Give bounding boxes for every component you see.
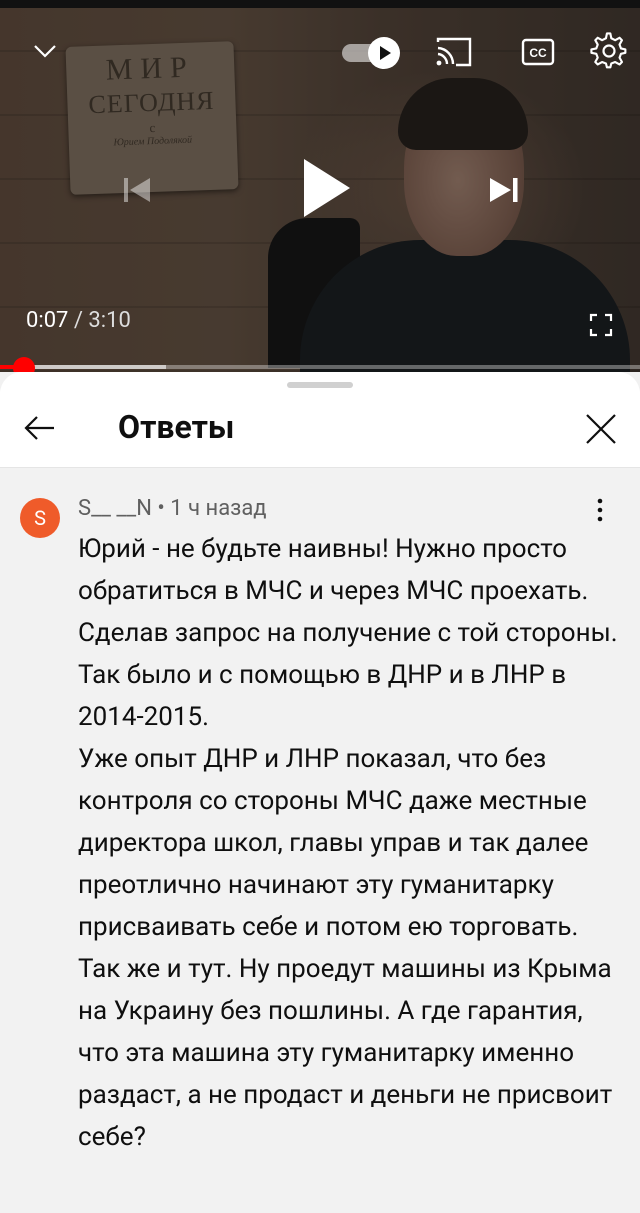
status-bar [0, 0, 640, 8]
autoplay-toggle[interactable] [340, 36, 404, 70]
cast-button[interactable] [434, 34, 474, 70]
video-player[interactable]: МИР СЕГОДНЯ с Юрием Подолякой CC 0:07 / … [0, 0, 640, 372]
cc-label: CC [529, 46, 547, 60]
comment-paragraph-3: Так же и тут. Ну проедут машины из Крыма… [78, 954, 613, 1152]
cast-icon [436, 37, 472, 67]
avatar[interactable]: S [20, 498, 60, 538]
fullscreen-icon [589, 313, 613, 337]
next-video-button[interactable] [484, 170, 524, 210]
play-button[interactable] [296, 155, 356, 221]
more-vert-icon [597, 498, 603, 522]
previous-video-button[interactable] [118, 170, 158, 210]
drag-handle[interactable] [287, 382, 353, 388]
skip-previous-icon [124, 178, 150, 202]
progress-bar[interactable] [0, 365, 640, 369]
replies-panel: Ответы S S__ __N • 1 ч назад Юрий - не б… [0, 372, 640, 1213]
play-icon [304, 159, 350, 217]
fullscreen-button[interactable] [588, 312, 614, 338]
comment-time: 1 ч назад [170, 496, 267, 521]
back-button[interactable] [22, 410, 58, 446]
chevron-down-icon [34, 45, 56, 58]
gear-icon [590, 32, 627, 69]
comment-paragraph-1: Юрий - не будьте наивны! Нужно просто об… [78, 534, 618, 732]
autoplay-toggle-icon [368, 37, 400, 69]
comment-thread: S S__ __N • 1 ч назад Юрий - не будьте н… [0, 468, 640, 1213]
comment-more-button[interactable] [588, 496, 612, 524]
arrow-left-icon [24, 416, 54, 440]
replies-title: Ответы [118, 408, 235, 446]
meta-dot: • [151, 496, 171, 521]
skip-next-icon [490, 178, 518, 202]
time-separator: / [68, 308, 89, 333]
comment-text: Юрий - не будьте наивны! Нужно просто об… [78, 528, 618, 1158]
current-time: 0:07 [26, 308, 69, 333]
settings-button[interactable] [590, 32, 628, 70]
comment-author[interactable]: S__ __N [78, 496, 152, 521]
time-display: 0:07 / 3:10 [26, 308, 131, 333]
comment-paragraph-2: Уже опыт ДНР и ЛНР показал, что без конт… [78, 744, 589, 942]
collapse-player-button[interactable] [30, 38, 60, 64]
captions-button[interactable]: CC [520, 36, 556, 68]
replies-header: Ответы [0, 372, 640, 468]
close-icon [586, 414, 616, 444]
total-time: 3:10 [88, 308, 131, 333]
cc-icon: CC [521, 38, 555, 66]
progress-scrubber-handle[interactable] [13, 357, 35, 372]
comment-meta: S__ __N • 1 ч назад [78, 496, 267, 521]
close-button[interactable] [582, 410, 620, 448]
